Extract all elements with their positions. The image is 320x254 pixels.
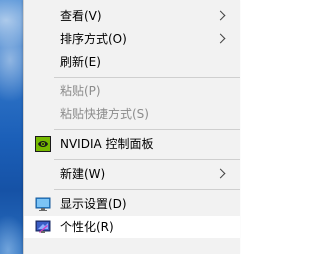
chevron-right-icon — [215, 10, 226, 21]
desktop-context-menu: 查看(V) 排序方式(O) 刷新(E) 粘贴(P) 粘贴快捷方式(S) NVID… — [23, 0, 240, 254]
menu-separator — [54, 77, 240, 78]
menu-item-label: 显示设置(D) — [60, 197, 127, 211]
menu-item-paste-shortcut: 粘贴快捷方式(S) — [24, 103, 240, 125]
personalize-icon — [35, 219, 51, 235]
menu-item-label: 新建(W) — [60, 167, 106, 181]
menu-separator — [54, 129, 240, 130]
menu-item-new[interactable]: 新建(W) — [24, 163, 240, 185]
menu-item-label: 查看(V) — [60, 9, 102, 23]
nvidia-icon — [35, 136, 51, 152]
menu-item-personalize[interactable]: 个性化(R) — [24, 216, 240, 238]
chevron-right-icon — [215, 168, 226, 179]
menu-item-paste: 粘贴(P) — [24, 80, 240, 102]
menu-item-label: 粘贴(P) — [60, 84, 101, 98]
menu-item-label: 粘贴快捷方式(S) — [60, 107, 149, 121]
menu-item-label: 排序方式(O) — [60, 32, 127, 46]
menu-item-sort-by[interactable]: 排序方式(O) — [24, 28, 240, 50]
menu-item-display-settings[interactable]: 显示设置(D) — [24, 193, 240, 215]
chevron-right-icon — [215, 33, 226, 44]
menu-separator — [54, 159, 240, 160]
menu-item-refresh[interactable]: 刷新(E) — [24, 51, 240, 73]
menu-item-label: NVIDIA 控制面板 — [60, 137, 154, 151]
menu-separator — [54, 189, 240, 190]
menu-item-label: 个性化(R) — [60, 220, 114, 234]
menu-item-view[interactable]: 查看(V) — [24, 5, 240, 27]
display-settings-icon — [35, 196, 51, 212]
menu-item-label: 刷新(E) — [60, 55, 101, 69]
menu-item-nvidia-control-panel[interactable]: NVIDIA 控制面板 — [24, 133, 240, 155]
